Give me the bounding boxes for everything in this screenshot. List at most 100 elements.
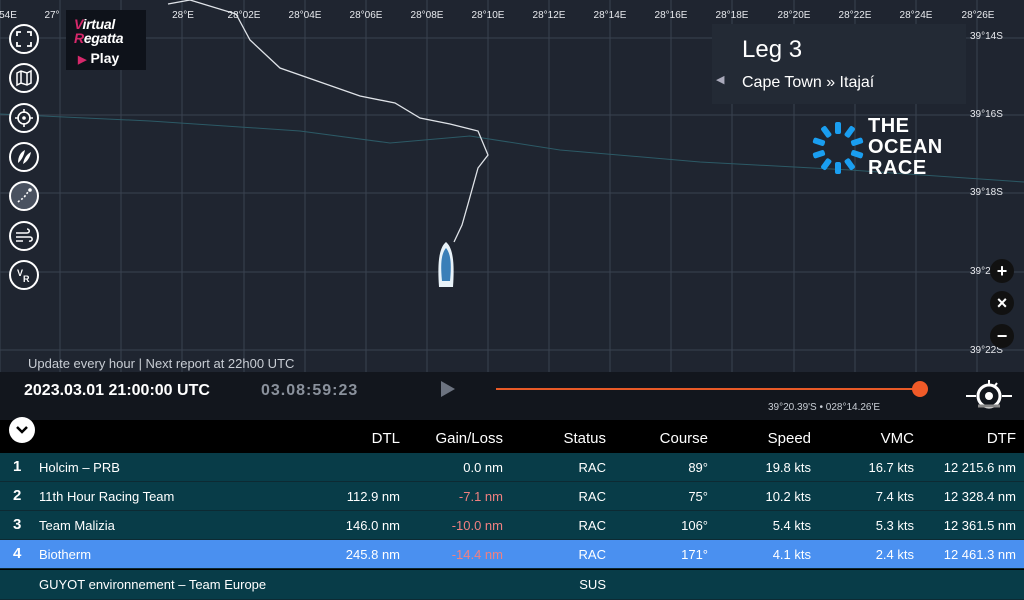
current-datetime: 2023.03.01 21:00:00 UTC bbox=[24, 382, 210, 399]
row-boat-name: Team Malizia bbox=[39, 518, 115, 533]
lon-label: 28°04E bbox=[288, 10, 322, 21]
the-ocean-race-logo: THE OCEAN RACE bbox=[812, 116, 972, 182]
logo-line1: Virtual bbox=[74, 16, 115, 32]
row-rank: 1 bbox=[13, 458, 22, 475]
collapse-left-icon[interactable]: ◀ bbox=[716, 73, 724, 86]
row-dtl: 245.8 nm bbox=[345, 547, 400, 562]
play-icon: ▶ bbox=[78, 54, 87, 66]
lon-label: 28°16E bbox=[654, 10, 688, 21]
row-gain-loss: -10.0 nm bbox=[451, 518, 503, 533]
zoom-reset-button[interactable]: × bbox=[990, 291, 1014, 315]
row-status: RAC bbox=[578, 518, 606, 533]
table-row[interactable]: 1 Holcim – PRB 0.0 nm RAC 89° 19.8 kts 1… bbox=[0, 453, 1024, 482]
lon-label: 28°02E bbox=[227, 10, 261, 21]
table-row-selected[interactable]: 4 Biotherm 245.8 nm -14.4 nm RAC 171° 4.… bbox=[0, 540, 1024, 569]
leg-route: Cape Town » Itajaí bbox=[742, 74, 875, 91]
lon-label: 28°12E bbox=[532, 10, 566, 21]
zoom-out-button[interactable]: − bbox=[990, 324, 1014, 348]
ranking-table: DTL Gain/Loss Status Course Speed VMC DT… bbox=[0, 417, 1024, 600]
row-gain-loss: -14.4 nm bbox=[451, 547, 503, 562]
row-vmc: 7.4 kts bbox=[875, 489, 914, 504]
row-speed: 5.4 kts bbox=[772, 518, 811, 533]
row-course: 75° bbox=[688, 489, 708, 504]
row-dtl: 146.0 nm bbox=[345, 518, 400, 533]
row-dtl: 112.9 nm bbox=[346, 489, 400, 504]
row-rank: 2 bbox=[13, 487, 22, 504]
row-boat-name: GUYOT environnement – Team Europe bbox=[39, 577, 267, 592]
ocean-race-line1: THE bbox=[868, 115, 910, 137]
lon-label: 28°18E bbox=[715, 10, 749, 21]
row-course: 89° bbox=[688, 460, 708, 475]
table-row[interactable]: 2 11th Hour Racing Team 112.9 nm -7.1 nm… bbox=[0, 482, 1024, 511]
header-speed[interactable]: Speed bbox=[768, 430, 811, 447]
fullscreen-button[interactable] bbox=[9, 24, 39, 54]
play-link[interactable]: ▶ Play bbox=[78, 50, 119, 66]
lon-label: 54E bbox=[0, 10, 17, 21]
ocean-race-emblem-icon bbox=[812, 122, 864, 174]
play-button[interactable] bbox=[440, 380, 456, 398]
ocean-race-line3: RACE bbox=[868, 157, 927, 179]
table-header: DTL Gain/Loss Status Course Speed VMC DT… bbox=[0, 417, 1024, 453]
vr-button[interactable]: VR bbox=[9, 260, 39, 290]
collapse-table-button[interactable] bbox=[9, 417, 35, 443]
header-status[interactable]: Status bbox=[563, 430, 606, 447]
timeline-slider[interactable] bbox=[496, 388, 920, 390]
sails-icon bbox=[18, 150, 31, 164]
zoom-in-button[interactable]: + bbox=[990, 259, 1014, 283]
row-status: RAC bbox=[578, 489, 606, 504]
row-gain-loss: -7.1 nm bbox=[458, 489, 503, 504]
table-row[interactable]: 3 Team Malizia 146.0 nm -10.0 nm RAC 106… bbox=[0, 511, 1024, 540]
logo-line2: Regatta bbox=[74, 30, 124, 46]
elapsed-time: 03.08:59:23 bbox=[261, 382, 359, 399]
row-status: RAC bbox=[578, 460, 606, 475]
header-vmc[interactable]: VMC bbox=[881, 430, 914, 447]
route-button[interactable] bbox=[9, 181, 39, 211]
route-icon bbox=[17, 188, 32, 203]
boat-track bbox=[167, 0, 489, 243]
timeline-slider-handle[interactable] bbox=[912, 381, 928, 397]
row-status: SUS bbox=[579, 577, 606, 592]
lon-label: 28°24E bbox=[899, 10, 933, 21]
map-button[interactable] bbox=[9, 63, 39, 93]
table-row[interactable]: GUYOT environnement – Team Europe SUS bbox=[0, 570, 1024, 600]
row-rank: 4 bbox=[13, 545, 22, 562]
ocean-race-line2: OCEAN bbox=[868, 136, 943, 158]
virtual-regatta-logo[interactable]: Virtual Regatta ▶ Play bbox=[66, 10, 146, 70]
row-course: 171° bbox=[681, 547, 708, 562]
timeline-bar: 2023.03.01 21:00:00 UTC 03.08:59:23 39°2… bbox=[0, 372, 1024, 420]
lat-label: 39°18S bbox=[970, 187, 1003, 198]
row-course: 106° bbox=[681, 518, 708, 533]
lon-label: 28°22E bbox=[838, 10, 872, 21]
play-icon bbox=[441, 381, 455, 397]
header-dtl[interactable]: DTL bbox=[372, 430, 400, 447]
leg-info-panel: ◀ Leg 3 Cape Town » Itajaí bbox=[712, 24, 966, 104]
leg-title: Leg 3 bbox=[742, 36, 803, 63]
sails-button[interactable] bbox=[9, 142, 39, 172]
row-boat-name: Holcim – PRB bbox=[39, 460, 120, 475]
row-vmc: 2.4 kts bbox=[875, 547, 914, 562]
crosshair-icon bbox=[15, 109, 33, 127]
lat-label: 39°14S bbox=[970, 31, 1003, 42]
boat-marker[interactable] bbox=[438, 242, 454, 287]
row-dtf: 12 461.3 nm bbox=[943, 547, 1016, 562]
lon-label: 28°26E bbox=[961, 10, 995, 21]
row-speed: 19.8 kts bbox=[765, 460, 811, 475]
header-gain-loss[interactable]: Gain/Loss bbox=[435, 430, 503, 447]
lon-label: 27° bbox=[44, 10, 60, 21]
row-boat-name: Biotherm bbox=[39, 547, 92, 562]
lon-label: 28°08E bbox=[410, 10, 444, 21]
lat-label: 39°16S bbox=[970, 109, 1003, 120]
helm-icon[interactable] bbox=[964, 374, 1014, 410]
play-label: Play bbox=[90, 50, 120, 66]
header-course[interactable]: Course bbox=[660, 430, 708, 447]
row-vmc: 5.3 kts bbox=[875, 518, 914, 533]
center-boat-button[interactable] bbox=[9, 103, 39, 133]
chart-map[interactable]: 54E 27° 28°E 28°02E 28°04E 28°06E 28°08E… bbox=[0, 0, 1024, 420]
lon-label: 28°E bbox=[172, 10, 194, 21]
vr-icon: VR bbox=[17, 268, 30, 284]
header-dtf[interactable]: DTF bbox=[987, 430, 1016, 447]
chevron-down-icon bbox=[16, 426, 28, 434]
row-boat-name: 11th Hour Racing Team bbox=[39, 489, 175, 504]
wind-button[interactable] bbox=[9, 221, 39, 251]
lon-label: 28°20E bbox=[777, 10, 811, 21]
